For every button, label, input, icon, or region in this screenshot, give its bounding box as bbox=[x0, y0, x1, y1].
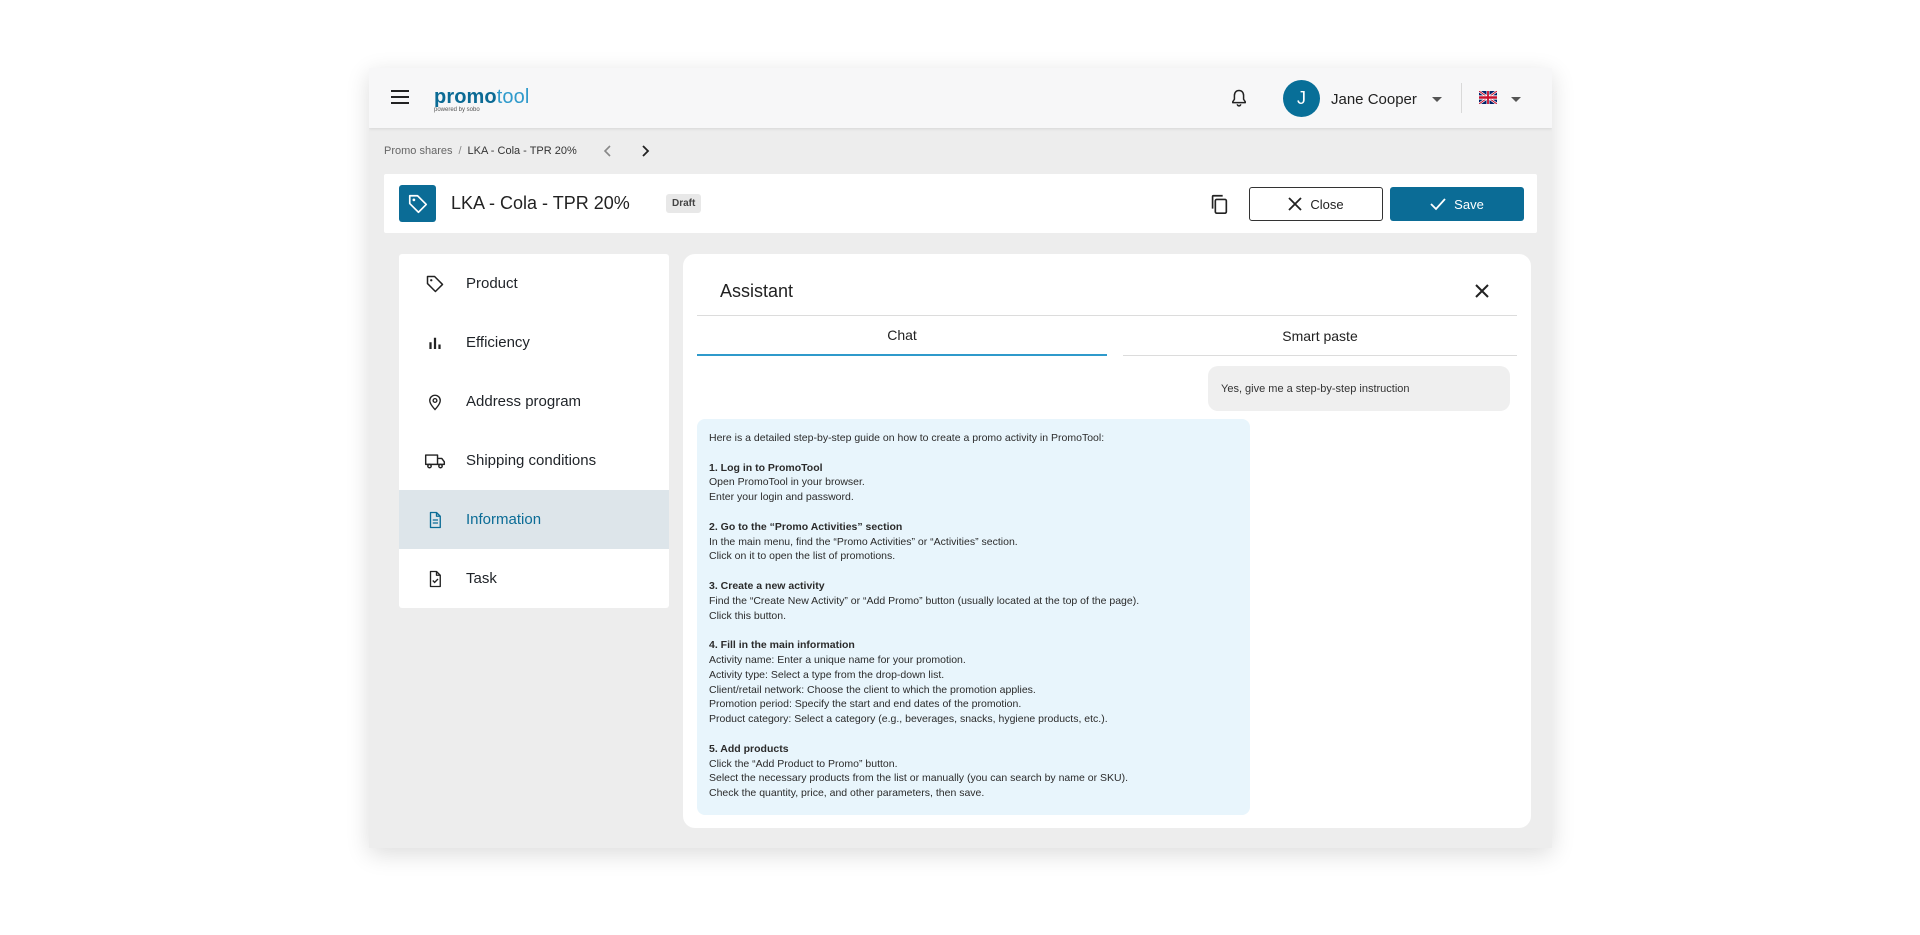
breadcrumb-parent[interactable]: Promo shares bbox=[384, 145, 452, 157]
tag-icon bbox=[424, 273, 446, 295]
divider bbox=[1461, 83, 1462, 113]
step-line: Enter your login and password. bbox=[709, 491, 854, 504]
step-heading: 3. Create a new activity bbox=[709, 579, 825, 592]
top-bar: promotool powered by sobo J Jane Cooper bbox=[369, 68, 1552, 128]
document-icon bbox=[424, 509, 446, 531]
sidebar: Product Efficiency Address program Shipp… bbox=[399, 254, 669, 608]
tab-label: Chat bbox=[887, 327, 917, 343]
step-line: Activity name: Enter a unique name for y… bbox=[709, 653, 966, 666]
bell-icon[interactable] bbox=[1229, 88, 1249, 108]
step-line: Click this button. bbox=[709, 609, 787, 622]
task-check-icon bbox=[424, 568, 446, 590]
step-heading: 4. Fill in the main information bbox=[709, 639, 855, 652]
location-pin-icon bbox=[424, 391, 446, 413]
promo-header: LKA - Cola - TPR 20% Draft Close Save bbox=[384, 174, 1537, 233]
step-heading: 2. Go to the “Promo Activities” section bbox=[709, 520, 903, 533]
logo[interactable]: promotool powered by sobo bbox=[434, 86, 529, 113]
step-line: Click the “Add Product to Promo” button. bbox=[709, 757, 898, 770]
step-line: Click on it to open the list of promotio… bbox=[709, 550, 896, 563]
truck-icon bbox=[424, 450, 446, 472]
step-line: Activity type: Select a type from the dr… bbox=[709, 668, 945, 681]
message-step: 5. Add products Click the “Add Product t… bbox=[709, 742, 1238, 801]
sidebar-item-efficiency[interactable]: Efficiency bbox=[399, 313, 669, 372]
step-line: Find the “Create New Activity” or “Add P… bbox=[709, 594, 1140, 607]
breadcrumb-separator: / bbox=[458, 145, 462, 157]
sidebar-item-label: Product bbox=[466, 275, 518, 292]
message-step: 2. Go to the “Promo Activities” section … bbox=[709, 520, 1238, 564]
tab-smart-paste[interactable]: Smart paste bbox=[1123, 316, 1517, 356]
step-line: Open PromoTool in your browser. bbox=[709, 476, 865, 489]
sidebar-item-label: Efficiency bbox=[466, 334, 530, 351]
sidebar-item-task[interactable]: Task bbox=[399, 549, 669, 608]
checkmark-icon bbox=[1430, 198, 1446, 211]
previous-chevron-icon[interactable] bbox=[600, 143, 616, 159]
breadcrumb: Promo shares / LKA - Cola - TPR 20% bbox=[384, 145, 577, 157]
assistant-title: Assistant bbox=[720, 281, 794, 301]
step-line: Product category: Select a category (e.g… bbox=[709, 713, 1108, 726]
user-menu-chevron-down-icon[interactable] bbox=[1432, 97, 1442, 102]
save-button[interactable]: Save bbox=[1390, 187, 1524, 221]
sidebar-item-label: Information bbox=[466, 511, 542, 528]
step-line: In the main menu, find the “Promo Activi… bbox=[709, 535, 1018, 548]
hamburger-menu-icon[interactable] bbox=[391, 90, 409, 106]
close-button[interactable]: Close bbox=[1249, 187, 1383, 221]
close-icon[interactable] bbox=[1473, 282, 1491, 300]
message-step: 1. Log in to PromoTool Open PromoTool in… bbox=[709, 461, 1238, 505]
step-line: Check the quantity, price, and other par… bbox=[709, 787, 985, 800]
bar-chart-icon bbox=[424, 332, 446, 354]
logo-main: promo bbox=[434, 86, 497, 108]
message-intro: Here is a detailed step-by-step guide on… bbox=[709, 432, 1105, 444]
message-step: 4. Fill in the main information Activity… bbox=[709, 638, 1238, 727]
next-chevron-icon[interactable] bbox=[637, 143, 653, 159]
sidebar-item-label: Address program bbox=[466, 393, 582, 410]
step-line: Select the necessary products from the l… bbox=[709, 772, 1129, 785]
user-name[interactable]: Jane Cooper bbox=[1331, 91, 1417, 108]
breadcrumb-current: LKA - Cola - TPR 20% bbox=[467, 145, 577, 157]
uk-flag-icon[interactable] bbox=[1479, 91, 1497, 104]
sidebar-item-label: Shipping conditions bbox=[466, 452, 597, 469]
language-chevron-down-icon[interactable] bbox=[1511, 97, 1521, 102]
sidebar-item-product[interactable]: Product bbox=[399, 254, 669, 313]
step-line: Client/retail network: Choose the client… bbox=[709, 683, 1036, 696]
copy-icon[interactable] bbox=[1208, 193, 1230, 215]
status-badge: Draft bbox=[666, 194, 702, 213]
message-step: 3. Create a new activity Find the “Creat… bbox=[709, 579, 1238, 623]
tab-label: Smart paste bbox=[1282, 327, 1358, 344]
step-line: Promotion period: Specify the start and … bbox=[709, 698, 1022, 711]
save-button-label: Save bbox=[1454, 196, 1484, 212]
step-heading: 5. Add products bbox=[709, 742, 789, 755]
step-heading: 1. Log in to PromoTool bbox=[709, 461, 823, 474]
page-title: LKA - Cola - TPR 20% bbox=[451, 193, 630, 213]
assistant-panel: Assistant Chat Smart paste Yes, give me … bbox=[683, 254, 1531, 828]
logo-accent: tool bbox=[496, 86, 530, 108]
app-window: promotool powered by sobo J Jane Cooper … bbox=[369, 68, 1552, 848]
sidebar-item-address-program[interactable]: Address program bbox=[399, 372, 669, 431]
close-icon bbox=[1288, 197, 1303, 211]
tab-chat[interactable]: Chat bbox=[697, 316, 1107, 356]
sidebar-item-information[interactable]: Information bbox=[399, 490, 669, 549]
sidebar-item-shipping-conditions[interactable]: Shipping conditions bbox=[399, 431, 669, 490]
sidebar-item-label: Task bbox=[466, 570, 497, 587]
user-message: Yes, give me a step-by-step instruction bbox=[1208, 366, 1510, 411]
avatar[interactable]: J bbox=[1283, 80, 1320, 117]
close-button-label: Close bbox=[1310, 196, 1344, 212]
promo-tag-icon bbox=[399, 185, 436, 222]
assistant-message: Here is a detailed step-by-step guide on… bbox=[697, 419, 1250, 815]
